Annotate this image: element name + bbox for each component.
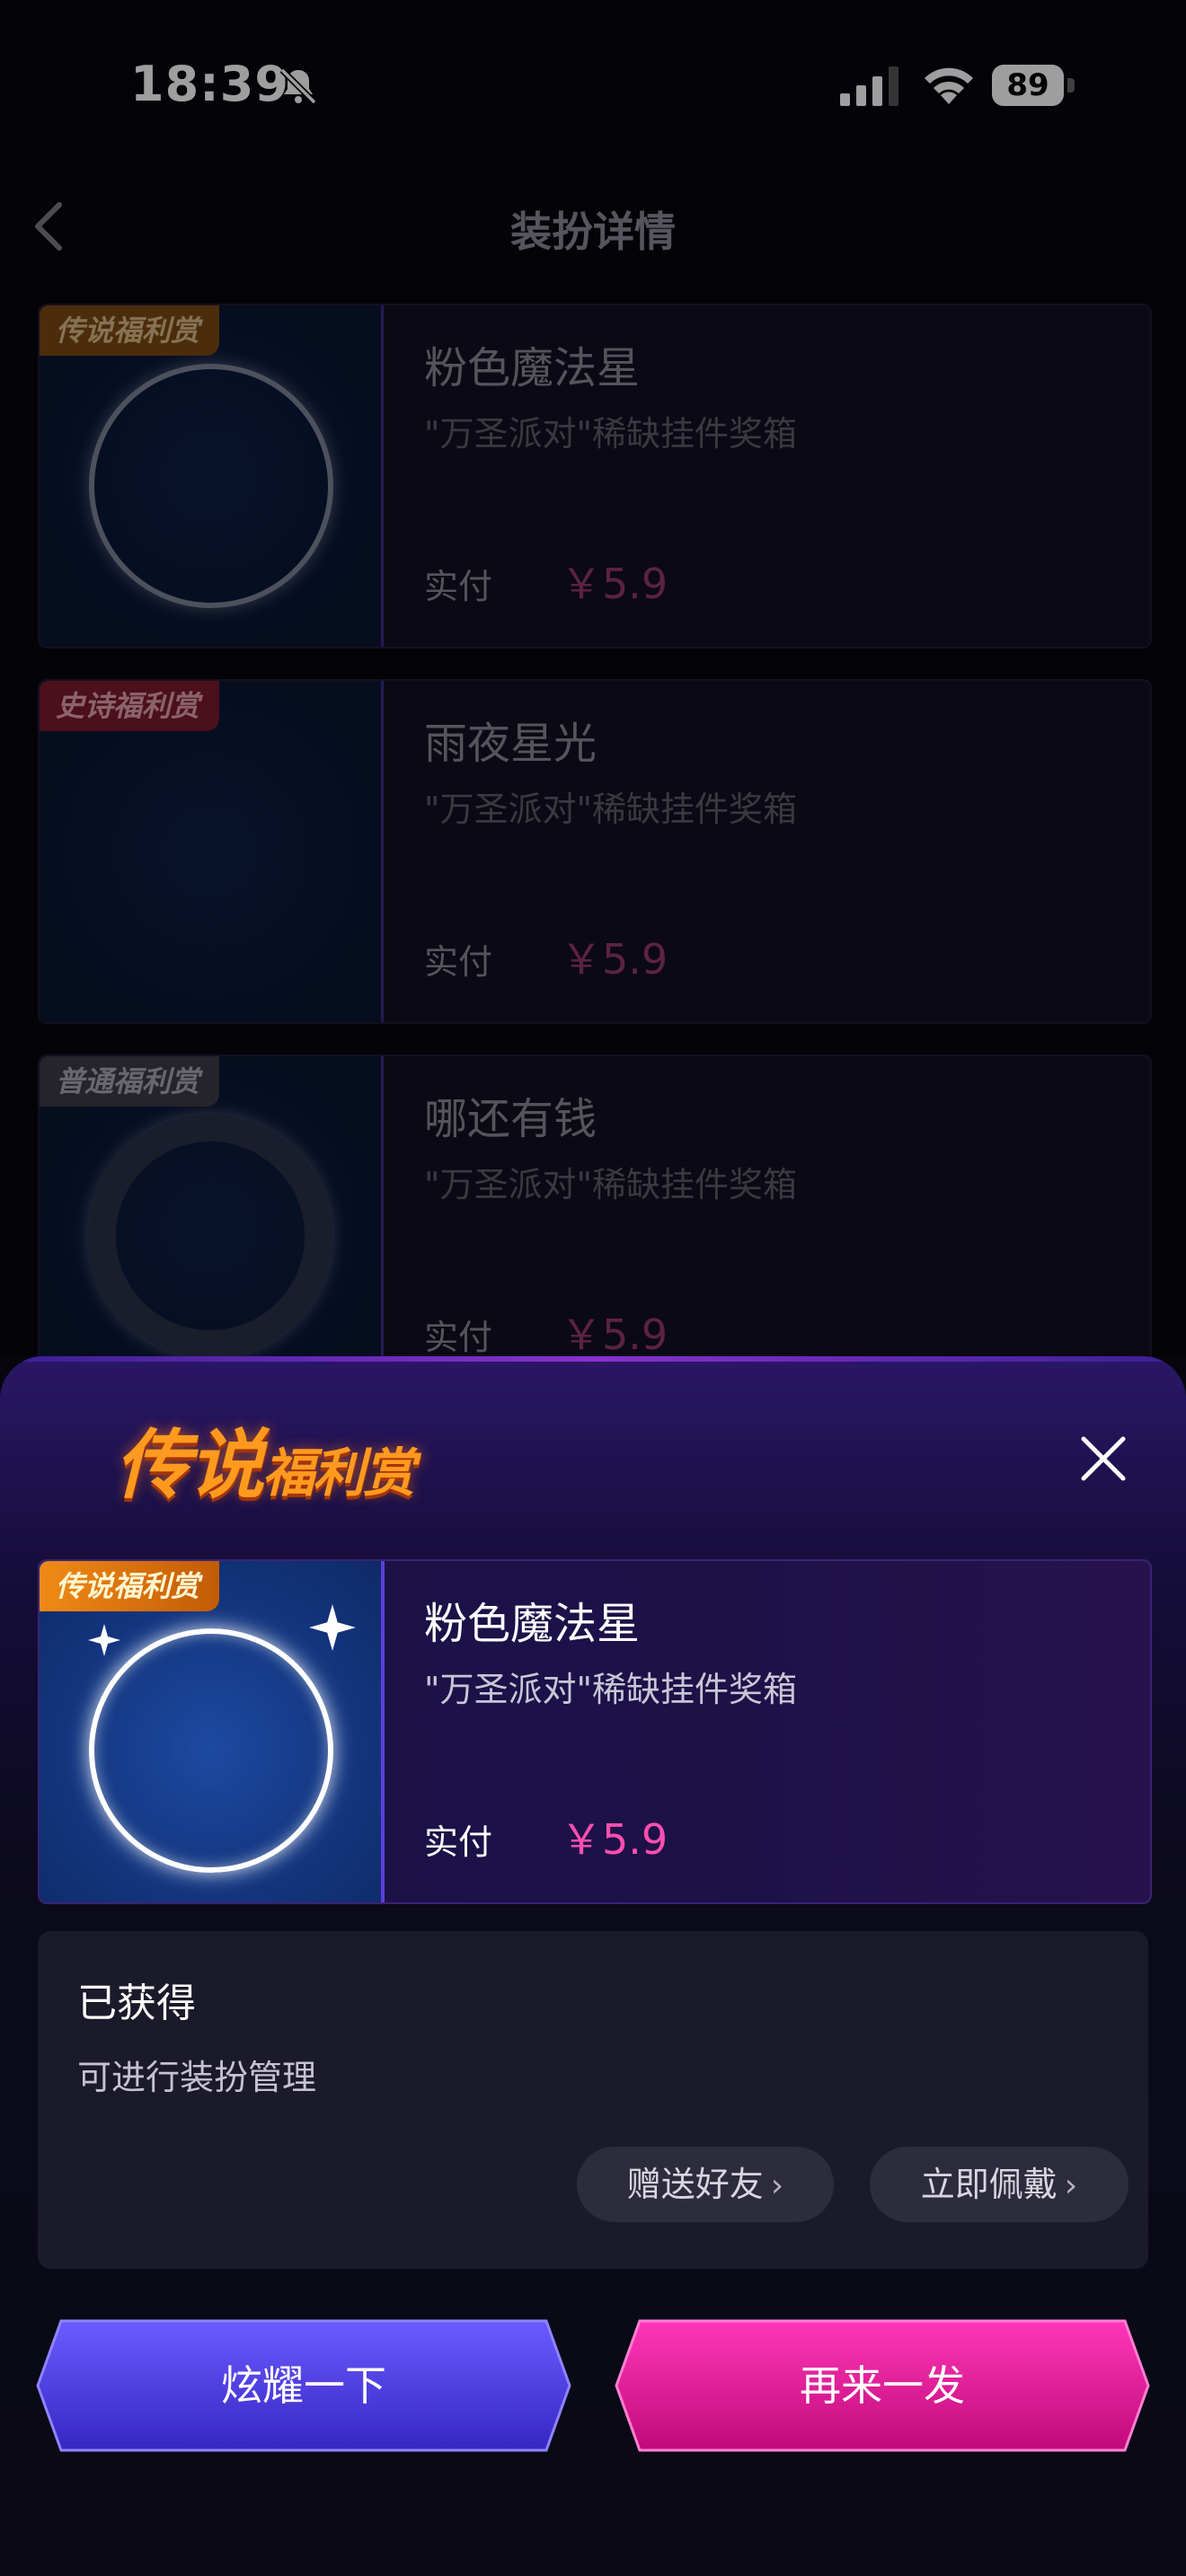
chevron-right-icon: › [770,2167,784,2204]
reward-item-card: 传说福利赏 粉色魔法星 "万圣派对"稀缺挂件奖箱 实付 ￥5.9 [38,1559,1152,1904]
item-price: ￥5.9 [561,1815,668,1864]
sparkle-icon [309,1604,356,1651]
overlay-backdrop[interactable] [0,0,1186,1356]
gift-friend-label: 赠送好友 [626,2165,764,2204]
obtained-label: 已获得 [77,1981,196,2026]
show-off-label: 炫耀一下 [221,2361,386,2410]
draw-again-label: 再来一发 [800,2361,965,2410]
item-desc: "万圣派对"稀缺挂件奖箱 [424,1670,797,1709]
gift-friend-button[interactable]: 赠送好友 › [577,2147,834,2222]
chevron-right-icon: › [1064,2167,1078,2204]
paid-label: 实付 [424,1822,493,1862]
item-name: 粉色魔法星 [424,1599,641,1649]
show-off-button[interactable]: 炫耀一下 [34,2317,573,2454]
ownership-panel: 已获得 可进行装扮管理 赠送好友 › 立即佩戴 › [38,1931,1148,2269]
legend-title-main: 传说 [115,1421,264,1509]
item-thumbnail [40,1561,385,1902]
rarity-badge: 传说福利赏 [40,1561,219,1611]
draw-again-button[interactable]: 再来一发 [613,2317,1152,2454]
legend-reward-title: 传说福利赏 [115,1405,415,1513]
wear-now-button[interactable]: 立即佩戴 › [870,2147,1128,2222]
legend-title-sub: 福利赏 [262,1442,415,1504]
close-icon[interactable] [1075,1430,1132,1487]
sparkle-icon [88,1624,120,1656]
wear-now-label: 立即佩戴 [920,2165,1058,2204]
reward-sheet: 传说福利赏 传说福利赏 粉色魔法星 "万圣派对"稀缺挂件奖箱 实付 ￥5.9 已… [0,1356,1186,2576]
manage-hint: 可进行装扮管理 [77,2058,317,2097]
